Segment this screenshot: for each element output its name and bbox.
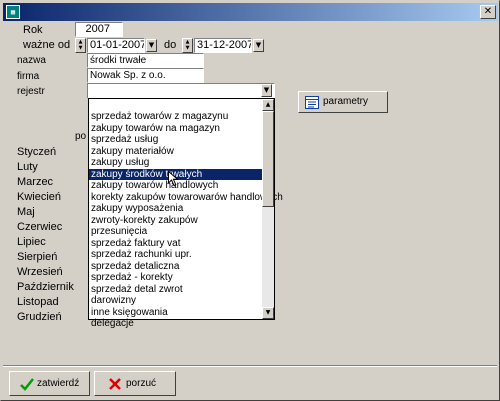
confirm-button[interactable]: zatwierdź	[9, 371, 90, 396]
date-from-dropdown-button[interactable]: ▼	[146, 39, 157, 52]
scroll-thumb[interactable]	[262, 111, 274, 207]
footer-divider	[3, 365, 497, 367]
rok-label: Rok	[23, 24, 43, 36]
month-label: Maj	[17, 206, 35, 218]
month-label: Luty	[17, 161, 38, 173]
scroll-down-arrow-icon[interactable]: ▼	[262, 307, 274, 319]
checkmark-icon	[20, 378, 34, 391]
month-label: Czerwiec	[17, 221, 63, 233]
month-label: Listopad	[17, 296, 59, 308]
dropdown-items: sprzedaż towarów z magazynu zakupy towaró…	[89, 111, 283, 330]
dropdown-item[interactable]: sprzedaż usług	[89, 134, 262, 146]
month-label: Wrzesień	[17, 266, 63, 278]
name-label: nazwa	[17, 55, 46, 66]
month-label: Październik	[17, 281, 74, 293]
dropdown-scrollbar[interactable]: ▲ ▼	[262, 99, 274, 319]
date-to-field[interactable]: 31-12-2007	[194, 38, 252, 53]
dialog-window: ▦ ✕ Rok 2007 ważne od ▲ ▼ 01-01-2007 ▼ do…	[0, 0, 500, 401]
name-field[interactable]: środki trwałe	[87, 53, 204, 68]
close-button[interactable]: ✕	[480, 5, 496, 19]
month-label: Kwiecień	[17, 191, 62, 203]
month-label: Styczeń	[17, 146, 57, 158]
dropdown-item[interactable]: zakupy wyposażenia	[89, 203, 262, 215]
date-to-label: do	[164, 39, 177, 51]
confirm-button-label: zatwierdź	[37, 378, 80, 389]
dropdown-item[interactable]: zakupy usług	[89, 157, 262, 169]
table-settings-icon	[305, 96, 319, 109]
date-from-spinner[interactable]: ▲ ▼	[75, 38, 86, 53]
dropdown-item[interactable]: sprzedaż - korekty	[89, 272, 262, 284]
close-x-icon	[109, 378, 121, 390]
valid-from-label: ważne od	[23, 39, 71, 51]
company-label: firma	[17, 71, 40, 82]
month-label: Lipiec	[17, 236, 46, 248]
dropdown-item[interactable]: darowizny	[89, 295, 262, 307]
parameters-button[interactable]: parametry	[298, 91, 388, 113]
scroll-up-arrow-icon[interactable]: ▲	[262, 99, 274, 111]
dropdown-item[interactable]: sprzedaż detaliczna	[89, 261, 262, 273]
dropdown-item[interactable]: zakupy materiałów	[89, 146, 262, 158]
dropdown-item[interactable]: delegacje	[89, 318, 262, 330]
month-label: Sierpień	[17, 251, 58, 263]
dropdown-item[interactable]: sprzedaż towarów z magazynu	[89, 111, 262, 123]
register-combobox[interactable]	[87, 83, 275, 99]
date-from-field[interactable]: 01-01-2007	[87, 38, 145, 53]
cancel-button-label: porzuć	[126, 378, 157, 389]
year-field[interactable]: 2007	[75, 22, 123, 37]
register-dropdown-list[interactable]: sprzedaż towarów z magazynu zakupy towaró…	[88, 98, 283, 329]
dropdown-item[interactable]: zwroty-korekty zakupów	[89, 215, 262, 227]
register-dropdown-button[interactable]: ▼	[261, 84, 272, 97]
dropdown-item[interactable]: sprzedaż rachunki upr.	[89, 249, 262, 261]
app-icon: ▦	[6, 5, 20, 19]
date-to-dropdown-button[interactable]: ▼	[253, 39, 264, 52]
dropdown-item[interactable]: zakupy towarów na magazyn	[89, 123, 262, 135]
company-field[interactable]: Nowak Sp. z o.o.	[87, 68, 204, 83]
register-label: rejestr	[17, 86, 45, 97]
cancel-button[interactable]: porzuć	[94, 371, 176, 396]
period-label-partial: po	[75, 131, 87, 142]
date-to-spinner[interactable]: ▲ ▼	[182, 38, 193, 53]
dropdown-item[interactable]: korekty zakupów towarowarów handlowych	[89, 192, 283, 204]
title-bar[interactable]: ▦ ✕	[3, 3, 498, 21]
dropdown-item[interactable]: inne księgowania	[89, 307, 262, 319]
dropdown-item[interactable]: sprzedaż faktury vat	[89, 238, 262, 250]
mouse-pointer-icon	[168, 171, 178, 187]
dropdown-item[interactable]: sprzedaż detal zwrot	[89, 284, 262, 296]
parameters-button-label: parametry	[323, 96, 369, 107]
month-label: Grudzień	[17, 311, 62, 323]
dropdown-item[interactable]: przesunięcia	[89, 226, 262, 238]
month-label: Marzec	[17, 176, 54, 188]
